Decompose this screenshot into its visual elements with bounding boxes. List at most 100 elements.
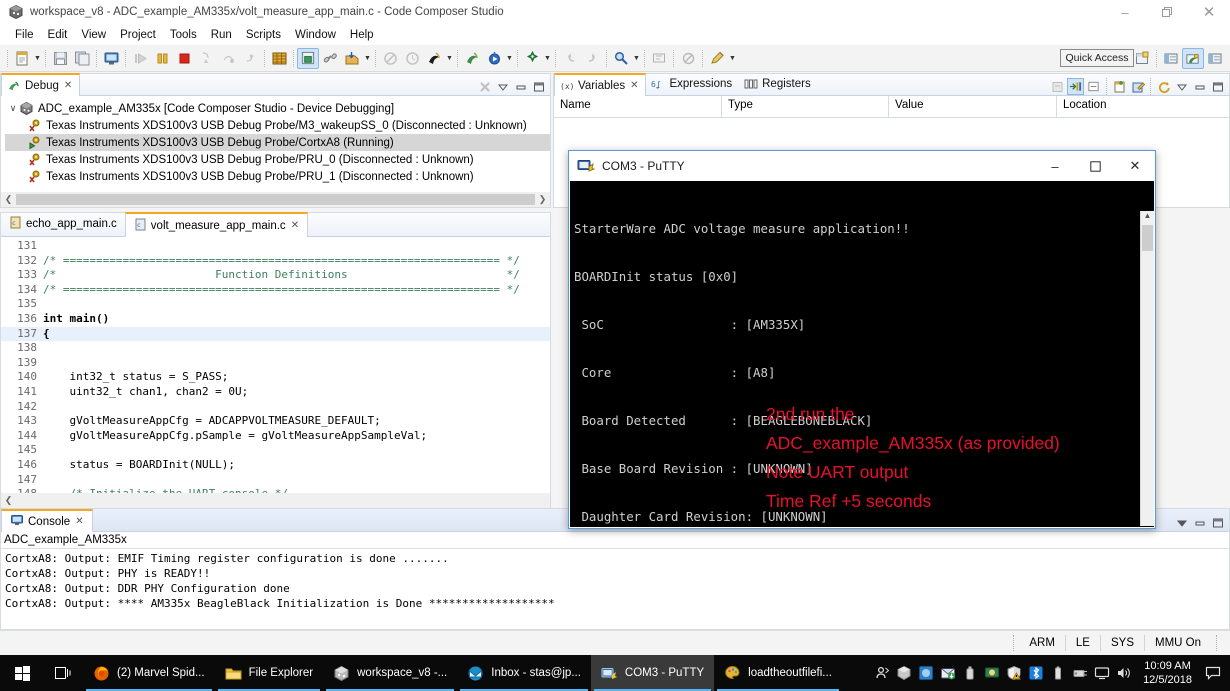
shield-warning-icon[interactable] [1003,655,1025,691]
menu-item-edit[interactable]: Edit [41,28,75,42]
menu-item-tools[interactable]: Tools [163,28,204,42]
run-dropdown-icon[interactable]: ▼ [505,48,514,69]
scroll-left-icon[interactable]: ❮ [1,194,16,205]
close-icon[interactable]: ✕ [630,80,638,91]
link-icon[interactable] [319,48,341,69]
load-program-dropdown-icon[interactable]: ▼ [363,48,372,69]
column-header-location[interactable]: Location [1057,96,1229,117]
taskbar-clock[interactable]: 10:09 AM 12/5/2018 [1135,659,1200,687]
column-header-value[interactable]: Value [889,96,1057,117]
tab-variables[interactable]: (x)= Variables ✕ [554,73,647,96]
grid-icon[interactable] [268,48,290,69]
load-program-icon[interactable] [341,48,363,69]
debug-horizontal-scrollbar[interactable]: ❮ ❯ [1,192,550,207]
new-file-dropdown-icon[interactable]: ▼ [33,48,42,69]
pencil-icon[interactable] [706,48,728,69]
taskbar-button-firefox[interactable]: (2) Marvel Spid... [83,655,215,691]
bluetooth-icon[interactable] [1025,655,1047,691]
usb-eject-icon[interactable] [1069,655,1091,691]
view-menu-icon[interactable] [1173,78,1190,95]
restore-button[interactable] [1146,0,1188,24]
putty-close-button[interactable]: ✕ [1115,151,1155,181]
perspective-resource-icon[interactable] [1160,48,1182,69]
minimize-icon[interactable] [1191,514,1208,531]
tab-console[interactable]: Console ✕ [1,509,93,532]
usb-icon[interactable] [959,655,981,691]
menu-item-project[interactable]: Project [113,28,163,42]
putty-minimize-button[interactable]: – [1035,151,1075,181]
close-icon[interactable]: ✕ [291,220,299,231]
build-dropdown-icon[interactable]: ▼ [543,48,552,69]
editor-tab-volt-measure-app-main-c[interactable]: c volt_measure_app_main.c ✕ [124,212,309,237]
close-icon[interactable]: ✕ [64,80,72,91]
column-header-type[interactable]: Type [722,96,889,117]
perspective-ccs-debug-icon[interactable] [1182,48,1204,69]
memory-browser-icon[interactable] [297,47,319,69]
terminate-icon[interactable] [173,48,195,69]
menu-item-run[interactable]: Run [204,28,239,42]
putty-window[interactable]: COM3 - PuTTY – ✕ StarterWare ADC voltage… [568,150,1156,529]
battery-icon[interactable] [1047,655,1069,691]
putty-maximize-button[interactable] [1075,151,1115,181]
scrollbar-thumb[interactable] [16,495,550,506]
show-type-names-icon[interactable] [1067,78,1084,95]
refresh-icon[interactable] [1155,78,1172,95]
maximize-icon[interactable] [1209,514,1226,531]
search-dropdown-icon[interactable]: ▼ [632,48,641,69]
minimize-icon[interactable] [512,78,529,95]
scroll-up-icon[interactable]: ▲ [1141,211,1154,225]
column-header-name[interactable]: Name [554,96,722,117]
taskbar-button-putty[interactable]: COM3 - PuTTY [590,655,715,691]
taskbar-button-paint[interactable]: loadtheoutfilefi... [714,655,842,691]
save-icon[interactable] [49,48,71,69]
edit-expression-icon[interactable] [1129,78,1146,95]
console-icon[interactable] [100,48,122,69]
profile-dropdown-icon[interactable]: ▼ [445,48,454,69]
save-all-icon[interactable] [71,48,93,69]
menu-item-view[interactable]: View [74,28,113,42]
pencil-dropdown-icon[interactable]: ▼ [728,48,737,69]
minimize-icon[interactable] [1191,78,1208,95]
new-expression-icon[interactable] [1111,78,1128,95]
task-view-button[interactable] [45,655,83,691]
menu-item-file[interactable]: File [8,28,41,42]
profile-icon[interactable] [423,48,445,69]
code-editor[interactable]: 131 132 /* ==============================… [1,237,550,502]
start-button[interactable] [0,655,45,691]
ccs-cube-icon[interactable] [893,655,915,691]
build-icon[interactable] [521,48,543,69]
scroll-left-icon[interactable]: ❮ [1,495,16,506]
maximize-icon[interactable] [530,78,547,95]
putty-vertical-scrollbar[interactable]: ▲ [1140,211,1154,526]
editor-horizontal-scrollbar[interactable]: ❮ [1,493,550,508]
view-menu-icon[interactable] [1173,514,1190,531]
taskbar-button-workspace-v8[interactable]: workspace_v8 -... [323,655,457,691]
run-icon[interactable] [483,48,505,69]
close-icon[interactable]: ✕ [75,516,83,527]
editor-tab-echo-app-main-c[interactable]: c echo_app_main.c [1,212,125,236]
scrollbar-thumb[interactable] [16,194,535,205]
tree-row[interactable]: ∨ ADC_example_AM335x [Code Composer Stud… [5,100,550,117]
maximize-icon[interactable] [1209,78,1226,95]
network-icon[interactable] [981,655,1003,691]
putty-terminal-body[interactable]: StarterWare ADC voltage measure applicat… [570,181,1154,527]
menu-item-scripts[interactable]: Scripts [239,28,288,42]
taskbar-button-file-explorer[interactable]: File Explorer [215,655,324,691]
search-icon[interactable] [610,48,632,69]
perspective-open-icon[interactable] [1131,48,1153,69]
tree-row[interactable]: Texas Instruments XDS100v3 USB Debug Pro… [5,117,550,134]
tab-registers[interactable]: Registers [739,73,818,95]
tree-row[interactable]: Texas Instruments XDS100v3 USB Debug Pro… [5,134,550,151]
tree-row[interactable]: Texas Instruments XDS100v3 USB Debug Pro… [5,168,550,185]
debug-icon[interactable] [461,48,483,69]
download-icon[interactable] [937,655,959,691]
menu-item-window[interactable]: Window [288,28,343,42]
quick-access-box[interactable]: Quick Access [1060,49,1134,67]
menu-item-help[interactable]: Help [343,28,381,42]
notification-center-button[interactable] [1200,655,1226,691]
app-blue-icon[interactable] [915,655,937,691]
new-file-icon[interactable] [11,48,33,69]
taskbar-button-inbox[interactable]: Inbox - stas@jp... [457,655,591,691]
chevron-down-icon[interactable]: ∨ [7,103,19,114]
tab-debug[interactable]: Debug ✕ [1,73,81,96]
